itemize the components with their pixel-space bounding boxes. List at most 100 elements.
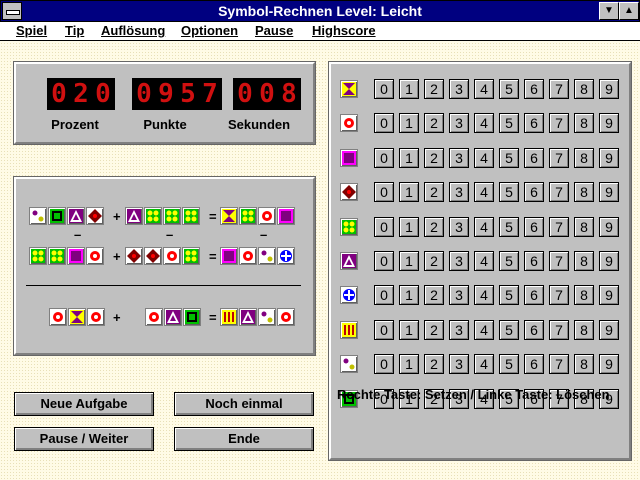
digit-button-square-magenta-4[interactable]: 4	[474, 147, 494, 168]
minimize-icon[interactable]: ▼	[599, 2, 619, 20]
digit-button-triangle-purple-1[interactable]: 1	[399, 251, 419, 271]
menu-spiel[interactable]: Spiel	[16, 23, 47, 38]
digit-button-square-magenta-3[interactable]: 3	[449, 147, 469, 168]
digit-button-dot-red-8[interactable]: 8	[574, 113, 594, 134]
digit-button-diamond-brown-6[interactable]: 6	[524, 182, 544, 203]
digit-button-square-magenta-8[interactable]: 8	[574, 147, 594, 168]
digit-button-diamond-brown-7[interactable]: 7	[549, 182, 569, 203]
digit-button-two-dots-7[interactable]: 7	[549, 354, 569, 375]
digit-button-dot-red-7[interactable]: 7	[549, 113, 569, 134]
digit-button-two-dots-1[interactable]: 1	[399, 354, 419, 375]
menu-tip[interactable]: Tip	[65, 23, 84, 38]
digit-button-four-dots-2[interactable]: 2	[424, 216, 444, 237]
digit-button-bars-red-6[interactable]: 6	[524, 319, 544, 340]
digit-button-bars-red-1[interactable]: 1	[399, 319, 419, 340]
digit-button-four-dots-7[interactable]: 7	[549, 216, 569, 237]
digit-button-two-dots-6[interactable]: 6	[524, 354, 544, 375]
digit-button-diamond-brown-3[interactable]: 3	[449, 182, 469, 203]
pause-resume-button[interactable]: Pause / Weiter	[14, 427, 154, 451]
digit-button-triangle-purple-2[interactable]: 2	[424, 251, 444, 271]
digit-button-two-dots-5[interactable]: 5	[499, 354, 519, 375]
digit-button-hourglass-9[interactable]: 9	[599, 79, 619, 99]
digit-button-four-dots-3[interactable]: 3	[449, 216, 469, 237]
maximize-icon[interactable]: ▲	[619, 2, 639, 20]
digit-button-cross-blue-3[interactable]: 3	[449, 285, 469, 306]
digit-button-square-magenta-1[interactable]: 1	[399, 147, 419, 168]
digit-button-cross-blue-9[interactable]: 9	[599, 285, 619, 306]
digit-button-two-dots-9[interactable]: 9	[599, 354, 619, 375]
new-task-button[interactable]: Neue Aufgabe	[14, 392, 154, 416]
menu-aufloesung[interactable]: Auflösung	[101, 23, 165, 38]
digit-button-diamond-brown-9[interactable]: 9	[599, 182, 619, 203]
digit-button-four-dots-4[interactable]: 4	[474, 216, 494, 237]
digit-button-square-magenta-6[interactable]: 6	[524, 147, 544, 168]
digit-button-diamond-brown-0[interactable]: 0	[374, 182, 394, 203]
digit-button-hourglass-2[interactable]: 2	[424, 79, 444, 99]
digit-button-hourglass-0[interactable]: 0	[374, 79, 394, 99]
digit-button-square-magenta-7[interactable]: 7	[549, 147, 569, 168]
digit-button-bars-red-0[interactable]: 0	[374, 319, 394, 340]
digit-button-dot-red-6[interactable]: 6	[524, 113, 544, 134]
digit-button-bars-red-8[interactable]: 8	[574, 319, 594, 340]
digit-button-diamond-brown-4[interactable]: 4	[474, 182, 494, 203]
digit-button-dot-red-2[interactable]: 2	[424, 113, 444, 134]
digit-button-cross-blue-0[interactable]: 0	[374, 285, 394, 306]
digit-button-bars-red-3[interactable]: 3	[449, 319, 469, 340]
digit-button-square-magenta-2[interactable]: 2	[424, 147, 444, 168]
menu-optionen[interactable]: Optionen	[181, 23, 238, 38]
digit-button-dot-red-0[interactable]: 0	[374, 113, 394, 134]
digit-button-four-dots-9[interactable]: 9	[599, 216, 619, 237]
digit-button-four-dots-1[interactable]: 1	[399, 216, 419, 237]
digit-button-diamond-brown-5[interactable]: 5	[499, 182, 519, 203]
digit-button-two-dots-3[interactable]: 3	[449, 354, 469, 375]
digit-button-triangle-purple-8[interactable]: 8	[574, 251, 594, 271]
digit-button-hourglass-3[interactable]: 3	[449, 79, 469, 99]
digit-button-hourglass-1[interactable]: 1	[399, 79, 419, 99]
digit-button-triangle-purple-3[interactable]: 3	[449, 251, 469, 271]
digit-button-dot-red-3[interactable]: 3	[449, 113, 469, 134]
digit-button-cross-blue-5[interactable]: 5	[499, 285, 519, 306]
digit-button-dot-red-1[interactable]: 1	[399, 113, 419, 134]
digit-button-dot-red-4[interactable]: 4	[474, 113, 494, 134]
digit-button-triangle-purple-9[interactable]: 9	[599, 251, 619, 271]
digit-button-cross-blue-1[interactable]: 1	[399, 285, 419, 306]
menu-pause[interactable]: Pause	[255, 23, 293, 38]
digit-button-triangle-purple-5[interactable]: 5	[499, 251, 519, 271]
digit-button-dot-red-9[interactable]: 9	[599, 113, 619, 134]
digit-button-triangle-purple-7[interactable]: 7	[549, 251, 569, 271]
digit-button-triangle-purple-0[interactable]: 0	[374, 251, 394, 271]
digit-button-hourglass-8[interactable]: 8	[574, 79, 594, 99]
digit-button-square-magenta-9[interactable]: 9	[599, 147, 619, 168]
digit-button-cross-blue-4[interactable]: 4	[474, 285, 494, 306]
digit-button-square-magenta-5[interactable]: 5	[499, 147, 519, 168]
again-button[interactable]: Noch einmal	[174, 392, 314, 416]
digit-button-bars-red-9[interactable]: 9	[599, 319, 619, 340]
digit-button-dot-red-5[interactable]: 5	[499, 113, 519, 134]
digit-button-hourglass-7[interactable]: 7	[549, 79, 569, 99]
digit-button-diamond-brown-2[interactable]: 2	[424, 182, 444, 203]
digit-button-cross-blue-7[interactable]: 7	[549, 285, 569, 306]
digit-button-cross-blue-8[interactable]: 8	[574, 285, 594, 306]
digit-button-square-magenta-0[interactable]: 0	[374, 147, 394, 168]
digit-button-four-dots-5[interactable]: 5	[499, 216, 519, 237]
digit-button-cross-blue-6[interactable]: 6	[524, 285, 544, 306]
digit-button-four-dots-8[interactable]: 8	[574, 216, 594, 237]
digit-button-four-dots-0[interactable]: 0	[374, 216, 394, 237]
digit-button-bars-red-7[interactable]: 7	[549, 319, 569, 340]
digit-button-triangle-purple-6[interactable]: 6	[524, 251, 544, 271]
digit-button-diamond-brown-1[interactable]: 1	[399, 182, 419, 203]
digit-button-bars-red-4[interactable]: 4	[474, 319, 494, 340]
digit-button-two-dots-2[interactable]: 2	[424, 354, 444, 375]
digit-button-bars-red-5[interactable]: 5	[499, 319, 519, 340]
digit-button-four-dots-6[interactable]: 6	[524, 216, 544, 237]
digit-button-hourglass-5[interactable]: 5	[499, 79, 519, 99]
end-button[interactable]: Ende	[174, 427, 314, 451]
digit-button-bars-red-2[interactable]: 2	[424, 319, 444, 340]
menu-highscore[interactable]: Highscore	[312, 23, 376, 38]
digit-button-triangle-purple-4[interactable]: 4	[474, 251, 494, 271]
digit-button-two-dots-8[interactable]: 8	[574, 354, 594, 375]
digit-button-diamond-brown-8[interactable]: 8	[574, 182, 594, 203]
digit-button-cross-blue-2[interactable]: 2	[424, 285, 444, 306]
digit-button-hourglass-4[interactable]: 4	[474, 79, 494, 99]
digit-button-two-dots-4[interactable]: 4	[474, 354, 494, 375]
